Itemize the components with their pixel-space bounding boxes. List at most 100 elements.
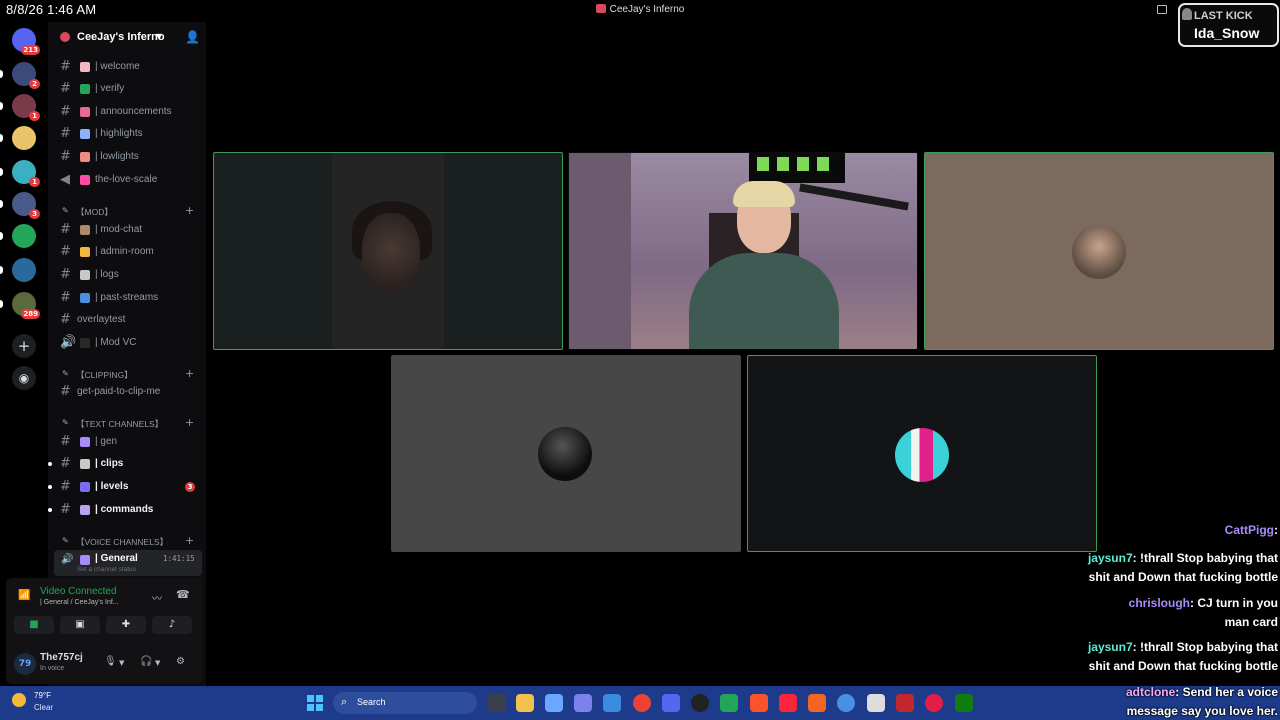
username[interactable]: The757cj [40,652,83,663]
taskbar-search[interactable]: ⌕ Search [333,692,477,714]
hashtag-icon: # [60,479,71,494]
microphone-icon[interactable]: 🎙 [104,656,117,667]
channel-item[interactable]: # | past-streams [54,288,202,308]
discover-icon[interactable]: ◉ [12,366,36,390]
channel-item[interactable]: # | welcome [54,57,202,77]
channel-item[interactable]: # | levels 3 [48,477,202,497]
voice-channel-general[interactable]: 🔊 | General 1:41:15 Set a channel status [54,550,202,576]
channel-label: overlaytest [77,314,126,325]
app-icon[interactable] [925,694,943,712]
xbox-icon[interactable] [955,694,973,712]
channel-label: | clips [95,458,124,469]
category-mod[interactable]: ✎ 【MOD】 + [54,204,202,218]
help-icon[interactable] [837,694,855,712]
channel-item[interactable]: # | mod-chat [54,220,202,240]
camera-button[interactable]: ■ [14,616,54,634]
avatar[interactable]: 79 [14,653,36,675]
channel-item[interactable]: # | admin-room [54,242,202,262]
app-icon[interactable] [896,694,914,712]
gear-icon[interactable]: ⚙ [176,656,185,667]
add-channel-icon[interactable]: + [185,416,194,429]
chat-username: adtclone [1125,685,1176,699]
discord-icon[interactable] [662,694,680,712]
server-icon[interactable]: 2 [12,62,40,89]
channel-label: | mod-chat [95,224,143,235]
signal-icon[interactable]: 📶 [18,590,30,601]
category-voice-channels[interactable]: ✎ 【VOICE CHANNELS】 + [54,534,202,548]
copilot-icon[interactable] [545,694,563,712]
video-tile-camera-2[interactable] [568,152,918,350]
unread-dot [48,462,52,466]
server-icon[interactable] [12,126,36,150]
chat-username: jaysun7 [1087,551,1133,565]
app-icon[interactable] [720,694,738,712]
category-text-channels[interactable]: ✎ 【TEXT CHANNELS】 + [54,416,202,430]
category-label: 【CLIPPING】 [76,370,133,380]
server-icon[interactable]: 289 [12,292,40,319]
store-icon[interactable] [603,694,621,712]
channel-item[interactable]: ◀ the-love-scale [54,170,202,190]
invite-people-icon[interactable]: 👤 [185,30,200,44]
window-inbox-icon[interactable] [1157,5,1167,14]
weather-moon-icon[interactable] [12,693,26,707]
channel-item[interactable]: # get-paid-to-clip-me [54,382,202,402]
noise-suppression-icon[interactable]: 〰 [152,590,162,605]
task-view-icon[interactable] [488,694,506,712]
add-channel-icon[interactable]: + [185,367,194,380]
chevron-down-icon[interactable]: ▼ [119,659,124,667]
discord-home-icon[interactable]: 213 [12,28,40,55]
app-icon[interactable] [867,694,885,712]
channel-item[interactable]: # | announcements [54,102,202,122]
music-icon[interactable] [779,694,797,712]
set-channel-status[interactable]: Set a channel status [77,566,136,573]
app-icon[interactable] [808,694,826,712]
channel-item[interactable]: # overlaytest [54,310,202,330]
obs-icon[interactable] [691,694,709,712]
channel-item[interactable]: # | gen [54,432,202,452]
brave-icon[interactable] [750,694,768,712]
blank-icon: # [60,312,71,327]
channel-label: | admin-room [95,246,154,257]
chat-text: man card [1224,615,1278,629]
video-tile-avatar-2[interactable] [391,355,741,552]
channel-item[interactable]: # | verify [54,79,202,99]
screen-share-button[interactable]: ▣ [60,616,100,634]
video-tile-camera-1[interactable] [213,152,563,350]
channel-item[interactable]: 🔊 | Mod VC [54,333,202,353]
server-icon[interactable] [12,224,36,248]
voice-location[interactable]: | General / CeeJay's Inf... [40,599,119,606]
file-explorer-icon[interactable] [516,694,534,712]
headphones-icon[interactable]: 🎧 [140,656,152,667]
channel-item[interactable]: # | highlights [54,124,202,144]
add-server-icon[interactable]: + [12,334,36,358]
chat-separator: : [1175,685,1183,699]
category-clipping[interactable]: ✎ 【CLIPPING】 + [54,367,202,381]
soundboard-button[interactable]: ♪ [152,616,192,634]
unread-pill [0,300,3,308]
server-header[interactable]: CeeJay's Inferno ▼ 👤 [48,27,206,49]
server-name: CeeJay's Inferno [77,31,165,43]
add-channel-icon[interactable]: + [185,204,194,217]
teams-icon[interactable] [574,694,592,712]
channel-item[interactable]: # | clips [48,454,202,474]
channel-item[interactable]: # | commands [48,500,202,520]
voice-status-title: Video Connected [40,586,117,597]
chevron-down-icon[interactable]: ▼ [155,659,160,667]
channel-item[interactable]: # | logs [54,265,202,285]
server-icon[interactable]: 3 [12,192,40,219]
start-button[interactable] [307,695,323,711]
chrome-icon[interactable] [633,694,651,712]
chat-message: jaysun7: !thrall Stop babying that [1088,638,1278,657]
add-channel-icon[interactable]: + [185,534,194,547]
channel-item[interactable]: # | lowlights [54,147,202,167]
last-kick-title: LAST KICK [1194,10,1253,22]
video-tile-avatar-3[interactable] [747,355,1097,552]
channel-emoji-icon [80,459,90,469]
video-tile-avatar-1[interactable] [924,152,1274,350]
server-icon[interactable]: 1 [12,160,40,187]
hashtag-icon: # [60,149,71,164]
disconnect-icon[interactable]: ☎ [176,588,190,601]
server-icon[interactable]: 1 [12,94,40,121]
activities-button[interactable]: ✚ [106,616,146,634]
server-icon[interactable] [12,258,36,282]
